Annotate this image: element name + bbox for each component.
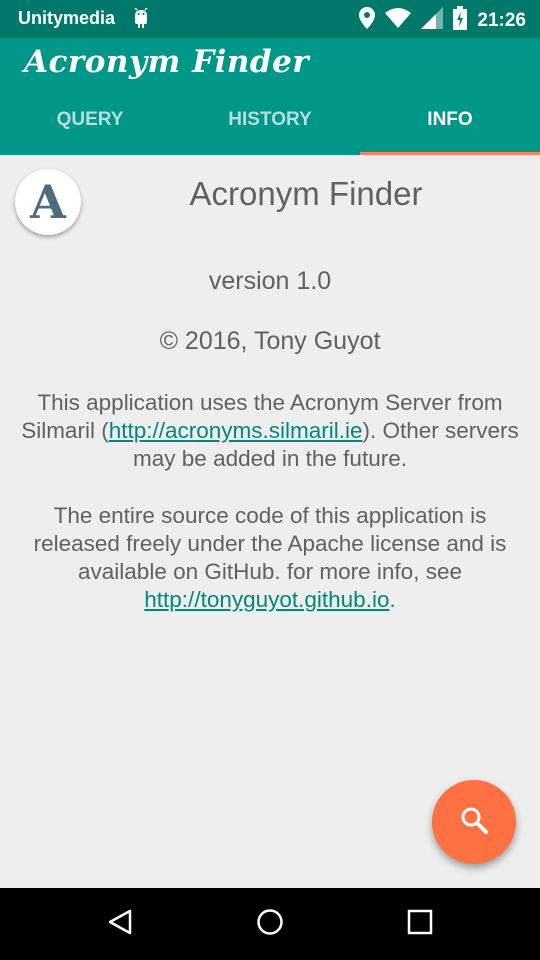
navigation-bar (0, 888, 540, 960)
app-name-heading: Acronym Finder (189, 175, 423, 212)
copyright-text: © 2016, Tony Guyot (159, 327, 381, 355)
logo-letter: A (30, 175, 66, 229)
recents-button[interactable] (402, 906, 438, 942)
app-title: Acronym Finder (24, 44, 310, 80)
status-time: 21:26 (477, 9, 526, 31)
tab-label: HISTORY (228, 109, 312, 130)
tab-query[interactable]: QUERY (0, 100, 180, 155)
status-bar: Unitymedia 21:26 (0, 0, 540, 38)
location-icon (359, 7, 376, 34)
signal-icon (421, 7, 444, 34)
paragraph-text: The entire source code of this applicati… (33, 503, 507, 584)
search-icon (459, 805, 489, 840)
info-content: A Acronym Finder version 1.0 © 2016, Ton… (0, 155, 540, 888)
home-button[interactable] (252, 906, 288, 942)
silmaril-link[interactable]: http://acronyms.silmaril.ie (109, 418, 363, 443)
tab-history[interactable]: HISTORY (180, 100, 360, 155)
battery-icon (453, 6, 468, 35)
version-text: version 1.0 (208, 267, 332, 295)
tab-info[interactable]: INFO (360, 100, 540, 155)
github-link[interactable]: http://tonyguyot.github.io (144, 587, 389, 612)
recents-icon (407, 909, 433, 940)
tab-bar: QUERY HISTORY INFO (0, 100, 540, 155)
app-bar: Acronym Finder QUERY HISTORY INFO (0, 38, 540, 155)
search-fab[interactable] (432, 780, 516, 864)
android-debug-icon (132, 7, 150, 33)
tab-label: QUERY (56, 109, 124, 130)
license-paragraph: The entire source code of this applicati… (14, 502, 526, 614)
carrier-name: Unitymedia (18, 8, 116, 28)
wifi-icon (385, 8, 412, 33)
paragraph-text: . (389, 587, 396, 612)
back-button[interactable] (102, 906, 138, 942)
back-icon (107, 908, 133, 941)
tab-label: INFO (427, 109, 473, 130)
app-logo: A (15, 169, 81, 235)
home-icon (256, 908, 284, 941)
server-info-paragraph: This application uses the Acronym Server… (14, 389, 526, 473)
